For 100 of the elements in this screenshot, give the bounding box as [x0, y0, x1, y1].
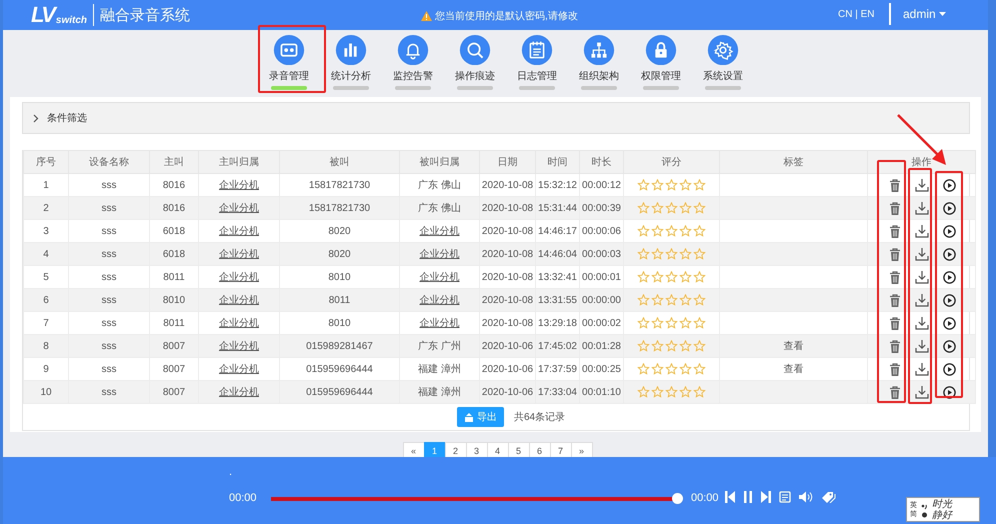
nav-tab[interactable]: 权限管理: [630, 30, 692, 90]
star-icon[interactable]: [693, 225, 706, 237]
next-icon[interactable]: [761, 491, 771, 503]
download-icon[interactable]: [915, 340, 929, 352]
play-icon[interactable]: [943, 340, 956, 352]
star-icon[interactable]: [665, 202, 678, 214]
nav-tab[interactable]: 日志管理: [506, 30, 568, 90]
trash-icon[interactable]: [889, 248, 901, 260]
page-button[interactable]: «: [402, 442, 424, 457]
tag-icon[interactable]: [821, 491, 836, 503]
trash-icon[interactable]: [889, 362, 901, 376]
user-menu[interactable]: admin: [903, 7, 946, 21]
page-button[interactable]: 3: [466, 442, 488, 457]
trash-icon[interactable]: [889, 316, 901, 330]
star-icon[interactable]: [679, 225, 692, 237]
play-icon[interactable]: [943, 178, 956, 192]
view-link[interactable]: 查看: [784, 341, 804, 352]
nav-tab[interactable]: 录音管理: [258, 30, 320, 90]
nav-tab[interactable]: 统计分析: [320, 30, 382, 90]
download-icon[interactable]: [915, 386, 929, 398]
progress-thumb[interactable]: [672, 493, 683, 504]
star-icon[interactable]: [693, 179, 706, 191]
star-icon[interactable]: [637, 340, 650, 352]
star-icon[interactable]: [679, 248, 692, 260]
star-icon[interactable]: [651, 317, 664, 329]
star-icon[interactable]: [651, 340, 664, 352]
star-icon[interactable]: [651, 294, 664, 306]
star-icon[interactable]: [679, 294, 692, 306]
star-icon[interactable]: [665, 179, 678, 191]
page-button[interactable]: 2: [444, 442, 466, 457]
download-icon[interactable]: [915, 270, 929, 284]
star-icon[interactable]: [693, 340, 706, 352]
star-icon[interactable]: [679, 363, 692, 375]
download-icon[interactable]: [915, 362, 929, 376]
play-icon[interactable]: [943, 362, 956, 376]
trash-icon[interactable]: [889, 386, 901, 398]
star-icon[interactable]: [637, 225, 650, 237]
star-icon[interactable]: [637, 179, 650, 191]
star-icon[interactable]: [693, 248, 706, 260]
star-rating[interactable]: [637, 340, 706, 352]
star-icon[interactable]: [651, 386, 664, 398]
star-icon[interactable]: [665, 340, 678, 352]
play-icon[interactable]: [943, 224, 956, 238]
playlist-icon[interactable]: [779, 491, 791, 503]
progress-bar[interactable]: [271, 493, 683, 505]
star-icon[interactable]: [693, 271, 706, 283]
play-icon[interactable]: [943, 202, 956, 214]
download-icon[interactable]: [915, 178, 929, 192]
star-icon[interactable]: [651, 271, 664, 283]
nav-tab[interactable]: 操作痕迹: [444, 30, 506, 90]
play-icon[interactable]: [943, 248, 956, 260]
page-button[interactable]: 7: [550, 442, 572, 457]
pause-icon[interactable]: [743, 491, 753, 503]
page-button[interactable]: 5: [508, 442, 530, 457]
star-icon[interactable]: [665, 317, 678, 329]
star-icon[interactable]: [693, 317, 706, 329]
star-icon[interactable]: [637, 202, 650, 214]
star-icon[interactable]: [637, 248, 650, 260]
trash-icon[interactable]: [889, 224, 901, 238]
trash-icon[interactable]: [889, 270, 901, 284]
star-icon[interactable]: [665, 386, 678, 398]
star-icon[interactable]: [679, 340, 692, 352]
star-icon[interactable]: [693, 386, 706, 398]
star-rating[interactable]: [637, 248, 706, 260]
volume-icon[interactable]: [799, 491, 813, 503]
star-icon[interactable]: [679, 179, 692, 191]
download-icon[interactable]: [915, 294, 929, 306]
star-icon[interactable]: [665, 271, 678, 283]
nav-tab[interactable]: 系统设置: [692, 30, 754, 90]
play-icon[interactable]: [943, 316, 956, 330]
page-button[interactable]: 6: [528, 442, 550, 457]
download-icon[interactable]: [915, 316, 929, 330]
star-icon[interactable]: [693, 294, 706, 306]
star-icon[interactable]: [665, 363, 678, 375]
download-icon[interactable]: [915, 248, 929, 260]
star-rating[interactable]: [637, 179, 706, 191]
star-icon[interactable]: [665, 294, 678, 306]
star-icon[interactable]: [693, 202, 706, 214]
star-icon[interactable]: [651, 225, 664, 237]
star-icon[interactable]: [651, 248, 664, 260]
star-icon[interactable]: [679, 386, 692, 398]
star-icon[interactable]: [679, 202, 692, 214]
star-rating[interactable]: [637, 271, 706, 283]
star-rating[interactable]: [637, 317, 706, 329]
star-rating[interactable]: [637, 294, 706, 306]
play-icon[interactable]: [943, 270, 956, 284]
play-icon[interactable]: [943, 294, 956, 306]
star-icon[interactable]: [651, 202, 664, 214]
star-rating[interactable]: [637, 225, 706, 237]
page-button[interactable]: »: [570, 442, 592, 457]
star-rating[interactable]: [637, 202, 706, 214]
trash-icon[interactable]: [889, 294, 901, 306]
star-icon[interactable]: [637, 271, 650, 283]
trash-icon[interactable]: [889, 340, 901, 352]
nav-tab[interactable]: 监控告警: [382, 30, 444, 90]
star-rating[interactable]: [637, 386, 706, 398]
star-icon[interactable]: [679, 271, 692, 283]
star-icon[interactable]: [637, 294, 650, 306]
star-icon[interactable]: [651, 363, 664, 375]
nav-tab[interactable]: 组织架构: [568, 30, 630, 90]
